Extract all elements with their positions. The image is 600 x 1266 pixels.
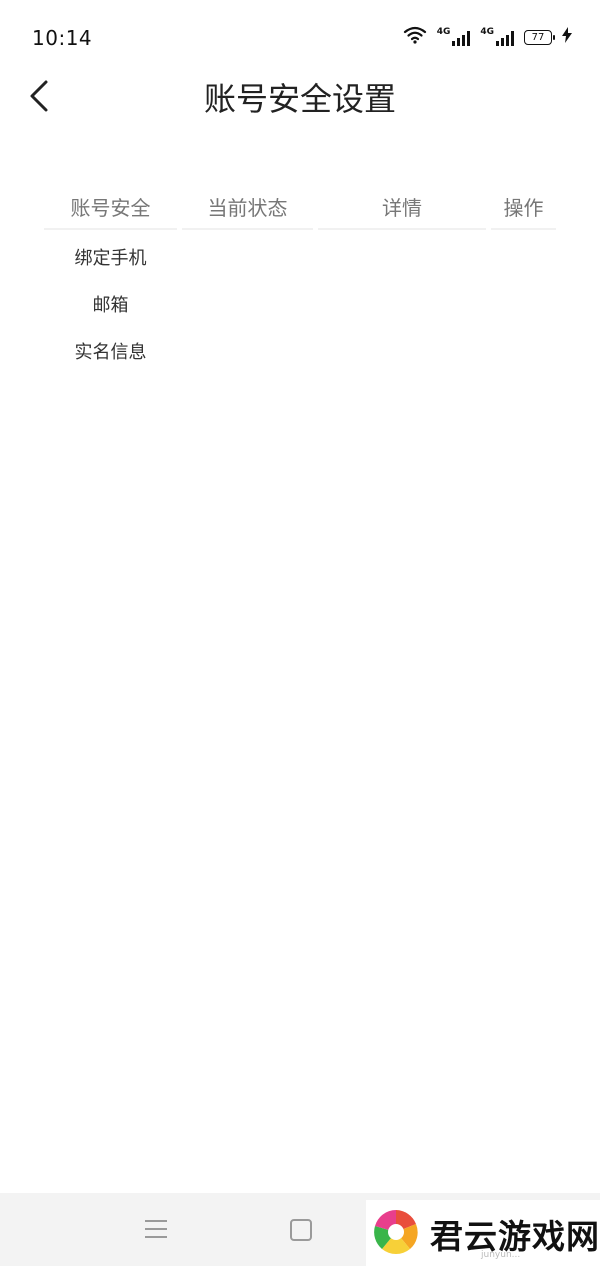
- status-icons: 4G 4G 77: [403, 24, 572, 50]
- status-time: 10:14: [32, 26, 93, 50]
- wifi-icon: [403, 26, 427, 48]
- table-header: 账号安全 当前状态 详情 操作: [44, 184, 556, 230]
- row-item-real-name: 实名信息: [74, 341, 147, 363]
- row-detail: [308, 280, 476, 327]
- watermark-subtext: junyun...: [481, 1250, 521, 1260]
- row-item-email: 邮箱: [92, 294, 129, 316]
- signal-4g-1-icon: 4G: [437, 28, 471, 46]
- table-row[interactable]: 实名信息: [44, 327, 556, 374]
- signal-4g-2-icon: 4G: [480, 28, 514, 46]
- column-header-status: 当前状态: [182, 184, 313, 230]
- watermark: 君云游戏网 junyun...: [366, 1200, 600, 1266]
- row-action[interactable]: [476, 280, 541, 327]
- row-status: [177, 280, 308, 327]
- row-status: [177, 327, 308, 374]
- security-table: 账号安全 当前状态 详情 操作 绑定手机 邮箱 实名信息: [44, 184, 556, 374]
- column-header-action: 操作: [491, 184, 556, 230]
- status-bar: 10:14 4G 4G 77: [0, 0, 600, 76]
- row-action[interactable]: [476, 233, 541, 280]
- page-title: 账号安全设置: [203, 80, 396, 118]
- column-header-account-security: 账号安全: [44, 184, 177, 230]
- row-item-bind-phone: 绑定手机: [74, 247, 147, 269]
- row-detail: [308, 233, 476, 280]
- row-status: [177, 233, 308, 280]
- home-square-icon[interactable]: [290, 1219, 312, 1241]
- account-security-page: 10:14 4G 4G 77 账号安全设置 账号安全 当前状态 详情 操作 绑定…: [0, 0, 600, 1266]
- table-row[interactable]: 绑定手机: [44, 233, 556, 280]
- column-header-detail: 详情: [318, 184, 486, 230]
- row-detail: [308, 327, 476, 374]
- battery-icon: 77: [524, 29, 555, 45]
- menu-icon[interactable]: [145, 1220, 167, 1240]
- charging-bolt-icon: [562, 27, 572, 47]
- watermark-logo-icon: [374, 1210, 418, 1255]
- row-action[interactable]: [476, 327, 541, 374]
- table-row[interactable]: 邮箱: [44, 280, 556, 327]
